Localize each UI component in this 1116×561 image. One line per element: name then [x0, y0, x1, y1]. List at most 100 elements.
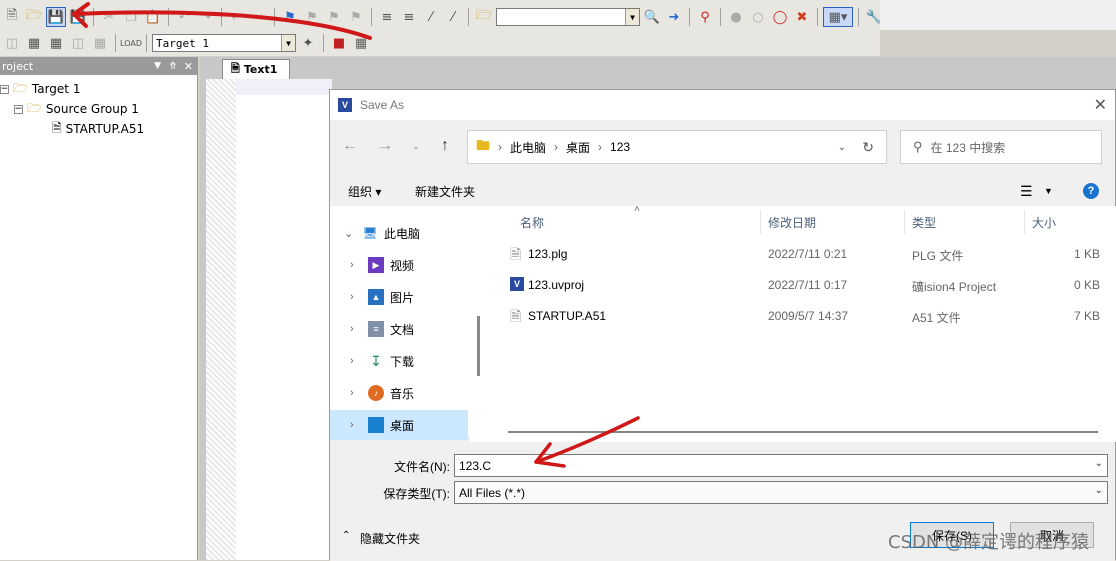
- nav-label: 下载: [390, 354, 415, 369]
- refresh-icon[interactable]: ↻: [862, 139, 874, 156]
- breakpoint-icon[interactable]: ●: [726, 7, 746, 27]
- nav-scrollbar[interactable]: [470, 206, 488, 442]
- find-icon[interactable]: 🔍: [642, 7, 662, 27]
- chevron-down-icon[interactable]: ▼: [1044, 186, 1053, 196]
- filetype-label: 保存类型(T):: [383, 487, 450, 501]
- hide-folders-button[interactable]: 隐藏文件夹: [360, 530, 420, 547]
- navigation-pane: ⌄ 🖥 此电脑 › ▶ 视频 › ▲ 图片 › ≡ 文档 › ↧ 下载 › ♪ …: [330, 206, 470, 440]
- chevron-down-icon[interactable]: ⌄: [838, 142, 846, 153]
- nav-item-desktop[interactable]: › 桌面: [330, 410, 468, 440]
- breadcrumb-item[interactable]: 桌面: [566, 139, 590, 156]
- nav-label: 图片: [390, 290, 415, 305]
- file-row[interactable]: V 123.uvproj 2022/7/11 0:17 礦ision4 Proj…: [488, 270, 1116, 300]
- nav-item-this-pc[interactable]: ⌄ 🖥 此电脑: [330, 218, 470, 248]
- tab-text1[interactable]: 🗎 Text1: [222, 59, 290, 79]
- nav-item-music[interactable]: › ♪ 音乐: [330, 378, 470, 408]
- chevron-up-icon[interactable]: ⌃: [342, 530, 350, 541]
- search-box[interactable]: ⚲ 在 123 中搜索: [900, 130, 1102, 164]
- toolbar-empty-area: [880, 0, 1116, 30]
- close-icon[interactable]: ✕: [1094, 95, 1107, 115]
- sort-arrow-icon: ˄: [634, 204, 640, 215]
- dialog-titlebar: V Save As ✕: [330, 90, 1115, 120]
- tree-label: Source Group 1: [45, 102, 139, 116]
- column-header-type[interactable]: 类型: [912, 214, 936, 231]
- dialog-title: Save As: [360, 98, 405, 112]
- new-file-icon[interactable]: 🗎: [2, 7, 22, 27]
- chevron-down-icon[interactable]: ⌄: [1095, 485, 1103, 496]
- breadcrumb-item[interactable]: 123: [610, 140, 630, 154]
- indent-icon[interactable]: ≡: [377, 7, 397, 27]
- chevron-right-icon[interactable]: ›: [350, 291, 364, 303]
- find-all-icon[interactable]: ➜: [664, 7, 684, 27]
- annotation-arrow-save: [72, 2, 372, 40]
- chevron-right-icon[interactable]: ›: [350, 323, 364, 335]
- view-list-icon[interactable]: ☰: [1020, 183, 1033, 200]
- chevron-down-icon[interactable]: ⌄: [344, 227, 358, 240]
- chevron-down-icon: ⌄: [411, 140, 421, 152]
- picture-icon: ▲: [368, 289, 384, 305]
- filetype-value: All Files (*.*): [459, 485, 526, 500]
- chevron-down-icon[interactable]: ▼: [625, 9, 639, 25]
- project-panel: roject ▼ ⤊ ✕ − 🗁 Target 1 − 🗁 Source Gro…: [0, 57, 198, 560]
- collapse-icon[interactable]: −: [0, 84, 9, 94]
- comment-icon[interactable]: ⁄: [421, 7, 441, 27]
- nav-item-videos[interactable]: › ▶ 视频: [330, 250, 470, 280]
- editor-text[interactable]: [236, 79, 332, 560]
- nav-item-documents[interactable]: › ≡ 文档: [330, 314, 470, 344]
- nav-scrollbar-thumb[interactable]: [477, 316, 480, 376]
- command-bar: 组织 ▾ 新建文件夹 ☰ ▼ ?: [330, 176, 1115, 206]
- folder-icon: 🗁: [27, 100, 42, 115]
- dropdown-icon[interactable]: ▼: [154, 61, 161, 71]
- address-bar[interactable]: 🖿 › 此电脑 › 桌面 › 123 ⌄ ↻: [467, 130, 887, 164]
- unindent-icon[interactable]: ≡: [399, 7, 419, 27]
- file-icon: 🗎: [510, 246, 522, 262]
- tree-item-target[interactable]: − 🗁 Target 1: [0, 79, 80, 99]
- file-modified: 2022/7/11 0:21: [768, 247, 848, 261]
- chevron-right-icon[interactable]: ›: [350, 419, 364, 431]
- close-icon[interactable]: ✕: [184, 60, 193, 73]
- help-icon[interactable]: ?: [1083, 183, 1099, 199]
- nav-label: 视频: [390, 258, 415, 273]
- translate-icon[interactable]: ◫: [2, 33, 22, 53]
- tab-label: Text1: [243, 63, 278, 76]
- breakpoint-kill-icon[interactable]: ✖: [792, 7, 812, 27]
- editor-gutter: [206, 79, 236, 560]
- new-folder-button[interactable]: 新建文件夹: [415, 183, 475, 200]
- debug-icon[interactable]: ⚲: [695, 7, 715, 27]
- find-combo[interactable]: ▼: [496, 8, 640, 26]
- forward-button[interactable]: →: [373, 134, 397, 158]
- chevron-down-icon[interactable]: ⌄: [1095, 458, 1103, 469]
- file-row[interactable]: 🗎 STARTUP.A51 2009/5/7 14:37 A51 文件 7 KB: [488, 301, 1116, 331]
- nav-item-downloads[interactable]: › ↧ 下载: [330, 346, 470, 376]
- save-as-dialog: V Save As ✕ ← → ⌄ ↑ 🖿 › 此电脑 › 桌面 › 123 ⌄…: [329, 89, 1116, 561]
- file-row[interactable]: 🗎 123.plg 2022/7/11 0:21 PLG 文件 1 KB: [488, 239, 1116, 269]
- column-header-name[interactable]: 名称: [520, 214, 544, 231]
- uvision-icon: V: [510, 277, 524, 291]
- uncomment-icon[interactable]: ⁄: [443, 7, 463, 27]
- recent-locations-button[interactable]: ⌄: [404, 134, 428, 158]
- column-header-size[interactable]: 大小: [1032, 214, 1056, 231]
- collapse-icon[interactable]: −: [14, 104, 23, 114]
- project-panel-title: roject: [2, 59, 34, 73]
- filetype-select[interactable]: All Files (*.*) ⌄: [454, 481, 1108, 504]
- tree-item-startup[interactable]: 🗎 STARTUP.A51: [52, 119, 144, 139]
- column-header-modified[interactable]: 修改日期: [768, 214, 816, 231]
- breakpoint-disable-icon[interactable]: ○: [748, 7, 768, 27]
- document-icon: 🗎: [231, 62, 240, 75]
- tree-item-source-group[interactable]: − 🗁 Source Group 1: [14, 99, 139, 119]
- up-button[interactable]: ↑: [433, 134, 457, 158]
- find-in-files-icon[interactable]: 🗁: [474, 7, 494, 27]
- pin-icon[interactable]: ⤊: [169, 61, 177, 72]
- organize-button[interactable]: 组织 ▾: [348, 183, 381, 200]
- music-icon: ♪: [368, 385, 384, 401]
- breakpoint-disable-all-icon[interactable]: ◯: [770, 7, 790, 27]
- back-button[interactable]: ←: [338, 134, 362, 158]
- chevron-right-icon[interactable]: ›: [350, 259, 364, 271]
- window-icon[interactable]: ▦▾: [823, 7, 853, 27]
- chevron-right-icon[interactable]: ›: [350, 355, 364, 367]
- nav-item-pictures[interactable]: › ▲ 图片: [330, 282, 470, 312]
- breadcrumb-item[interactable]: 此电脑: [510, 139, 546, 156]
- nav-label: 文档: [390, 322, 415, 337]
- chevron-right-icon[interactable]: ›: [350, 387, 364, 399]
- download-icon: ↧: [370, 352, 382, 369]
